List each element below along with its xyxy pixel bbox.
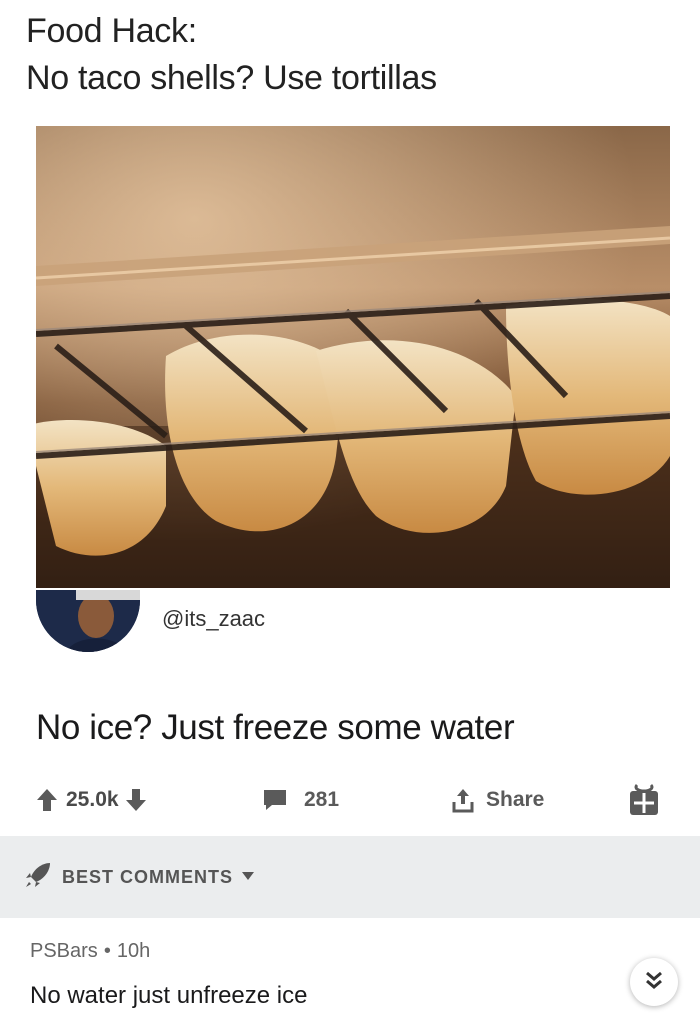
meta-separator: • <box>103 940 111 962</box>
rocket-icon <box>24 861 52 894</box>
tortilla-oven-photo <box>36 126 670 588</box>
share-label: Share <box>486 788 545 811</box>
chevron-double-down-icon <box>644 970 664 995</box>
author-handle[interactable]: @its_zaac <box>162 606 265 632</box>
post-title-line-2: No taco shells? Use tortillas <box>26 59 437 97</box>
avatar[interactable] <box>36 590 140 652</box>
comment-age: 10h <box>116 940 151 962</box>
jump-next-button[interactable] <box>630 958 678 1006</box>
caret-down-icon <box>241 868 255 886</box>
comment-body: No water just unfreeze ice <box>30 982 308 1009</box>
comment-icon <box>262 788 288 812</box>
sort-label: BEST COMMENTS <box>62 866 234 887</box>
user-avatar-icon <box>36 590 140 652</box>
comment-meta: PSBars • 10h <box>30 940 150 963</box>
comments-button[interactable]: 281 <box>262 776 339 824</box>
vote-group: 25.0k <box>36 776 147 824</box>
post-title-line-1: Food Hack: <box>26 12 197 50</box>
comment-author[interactable]: PSBars <box>30 940 98 962</box>
share-button[interactable]: Share <box>452 776 544 824</box>
vote-count: 25.0k <box>66 788 119 811</box>
award-button[interactable] <box>628 776 660 824</box>
gift-icon <box>628 783 660 817</box>
comment-count: 281 <box>304 788 340 811</box>
upvote-icon[interactable] <box>36 788 58 812</box>
post-title: Food Hack: No taco shells? Use tortillas <box>26 8 666 102</box>
post-image[interactable] <box>36 126 670 588</box>
share-icon <box>452 787 474 813</box>
downvote-icon[interactable] <box>125 788 147 812</box>
post-action-bar: 25.0k 281 Share <box>0 776 700 824</box>
comment: PSBars • 10h No water just unfreeze ice <box>0 918 700 1022</box>
post-caption: No ice? Just freeze some water <box>36 708 515 747</box>
comment-sort-bar[interactable]: BEST COMMENTS <box>0 836 700 918</box>
